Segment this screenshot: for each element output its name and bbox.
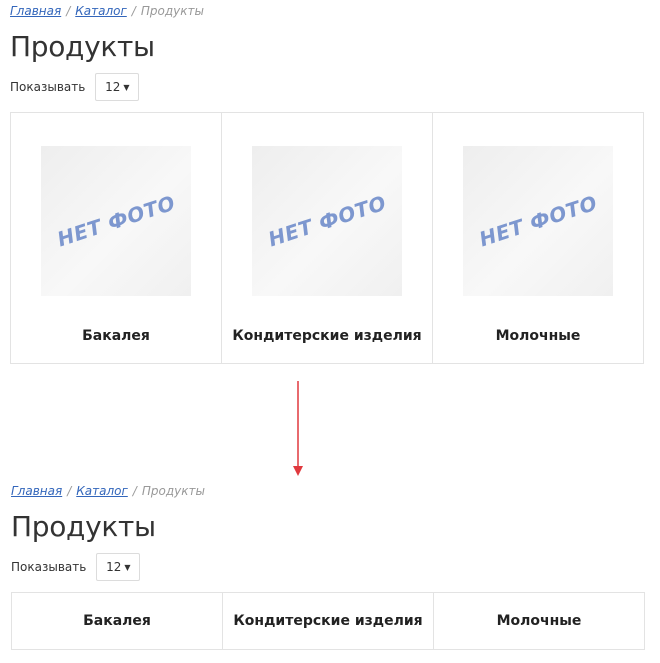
arrow-down-icon <box>293 381 303 476</box>
product-card[interactable]: НЕТ ФОТО Бакалея <box>11 113 222 363</box>
product-card-title: Кондитерские изделия <box>232 328 422 344</box>
product-card[interactable]: Молочные <box>434 593 644 649</box>
per-page-select[interactable]: 12 ▼ <box>95 73 140 101</box>
breadcrumb-current: Продукты <box>140 4 204 18</box>
per-page-label: Показывать <box>11 560 87 574</box>
breadcrumb: Главная / Каталог / Продукты <box>11 480 645 502</box>
product-card-title: Кондитерские изделия <box>233 613 423 629</box>
product-grid: Бакалея Кондитерские изделия Молочные <box>11 592 645 650</box>
per-page-value: 12 <box>105 80 121 94</box>
no-photo-image: НЕТ ФОТО <box>41 146 191 296</box>
no-photo-image: НЕТ ФОТО <box>463 146 613 296</box>
product-card[interactable]: НЕТ ФОТО Кондитерские изделия <box>222 113 433 363</box>
product-card-title: Молочные <box>495 328 581 344</box>
product-card-title: Молочные <box>496 613 582 629</box>
product-card[interactable]: НЕТ ФОТО Молочные <box>433 113 643 363</box>
breadcrumb: Главная / Каталог / Продукты <box>10 0 644 22</box>
breadcrumb-separator: / <box>132 484 137 498</box>
no-photo-image: НЕТ ФОТО <box>252 146 402 296</box>
breadcrumb-link-home[interactable]: Главная <box>10 4 61 18</box>
no-photo-label: НЕТ ФОТО <box>476 190 600 252</box>
breadcrumb-separator: / <box>131 4 136 18</box>
per-page-control: Показывать 12 ▼ <box>10 72 644 102</box>
product-grid: НЕТ ФОТО Бакалея НЕТ ФОТО Кондитерские и… <box>10 112 644 364</box>
per-page-select[interactable]: 12 ▼ <box>96 553 141 581</box>
caret-down-icon: ▼ <box>123 82 130 92</box>
breadcrumb-link-home[interactable]: Главная <box>11 484 62 498</box>
per-page-label: Показывать <box>10 80 86 94</box>
after-state: Главная / Каталог / Продукты Продукты Показы… <box>11 480 645 650</box>
product-card-title: Бакалея <box>83 613 151 629</box>
breadcrumb-current: Продукты <box>141 484 205 498</box>
breadcrumb-link-catalog[interactable]: Каталог <box>76 484 128 498</box>
no-photo-label: НЕТ ФОТО <box>54 190 178 252</box>
page-title: Продукты <box>10 30 155 63</box>
per-page-control: Показывать 12 ▼ <box>11 552 645 582</box>
breadcrumb-separator: / <box>66 4 71 18</box>
breadcrumb-separator: / <box>67 484 72 498</box>
per-page-value: 12 <box>106 560 122 574</box>
breadcrumb-link-catalog[interactable]: Каталог <box>75 4 127 18</box>
no-photo-label: НЕТ ФОТО <box>265 190 389 252</box>
product-card[interactable]: Кондитерские изделия <box>223 593 434 649</box>
product-card-title: Бакалея <box>82 328 150 344</box>
caret-down-icon: ▼ <box>124 562 131 572</box>
before-state: Главная / Каталог / Продукты Продукты Показы… <box>10 0 644 364</box>
page-title: Продукты <box>11 510 156 543</box>
product-card[interactable]: Бакалея <box>12 593 223 649</box>
